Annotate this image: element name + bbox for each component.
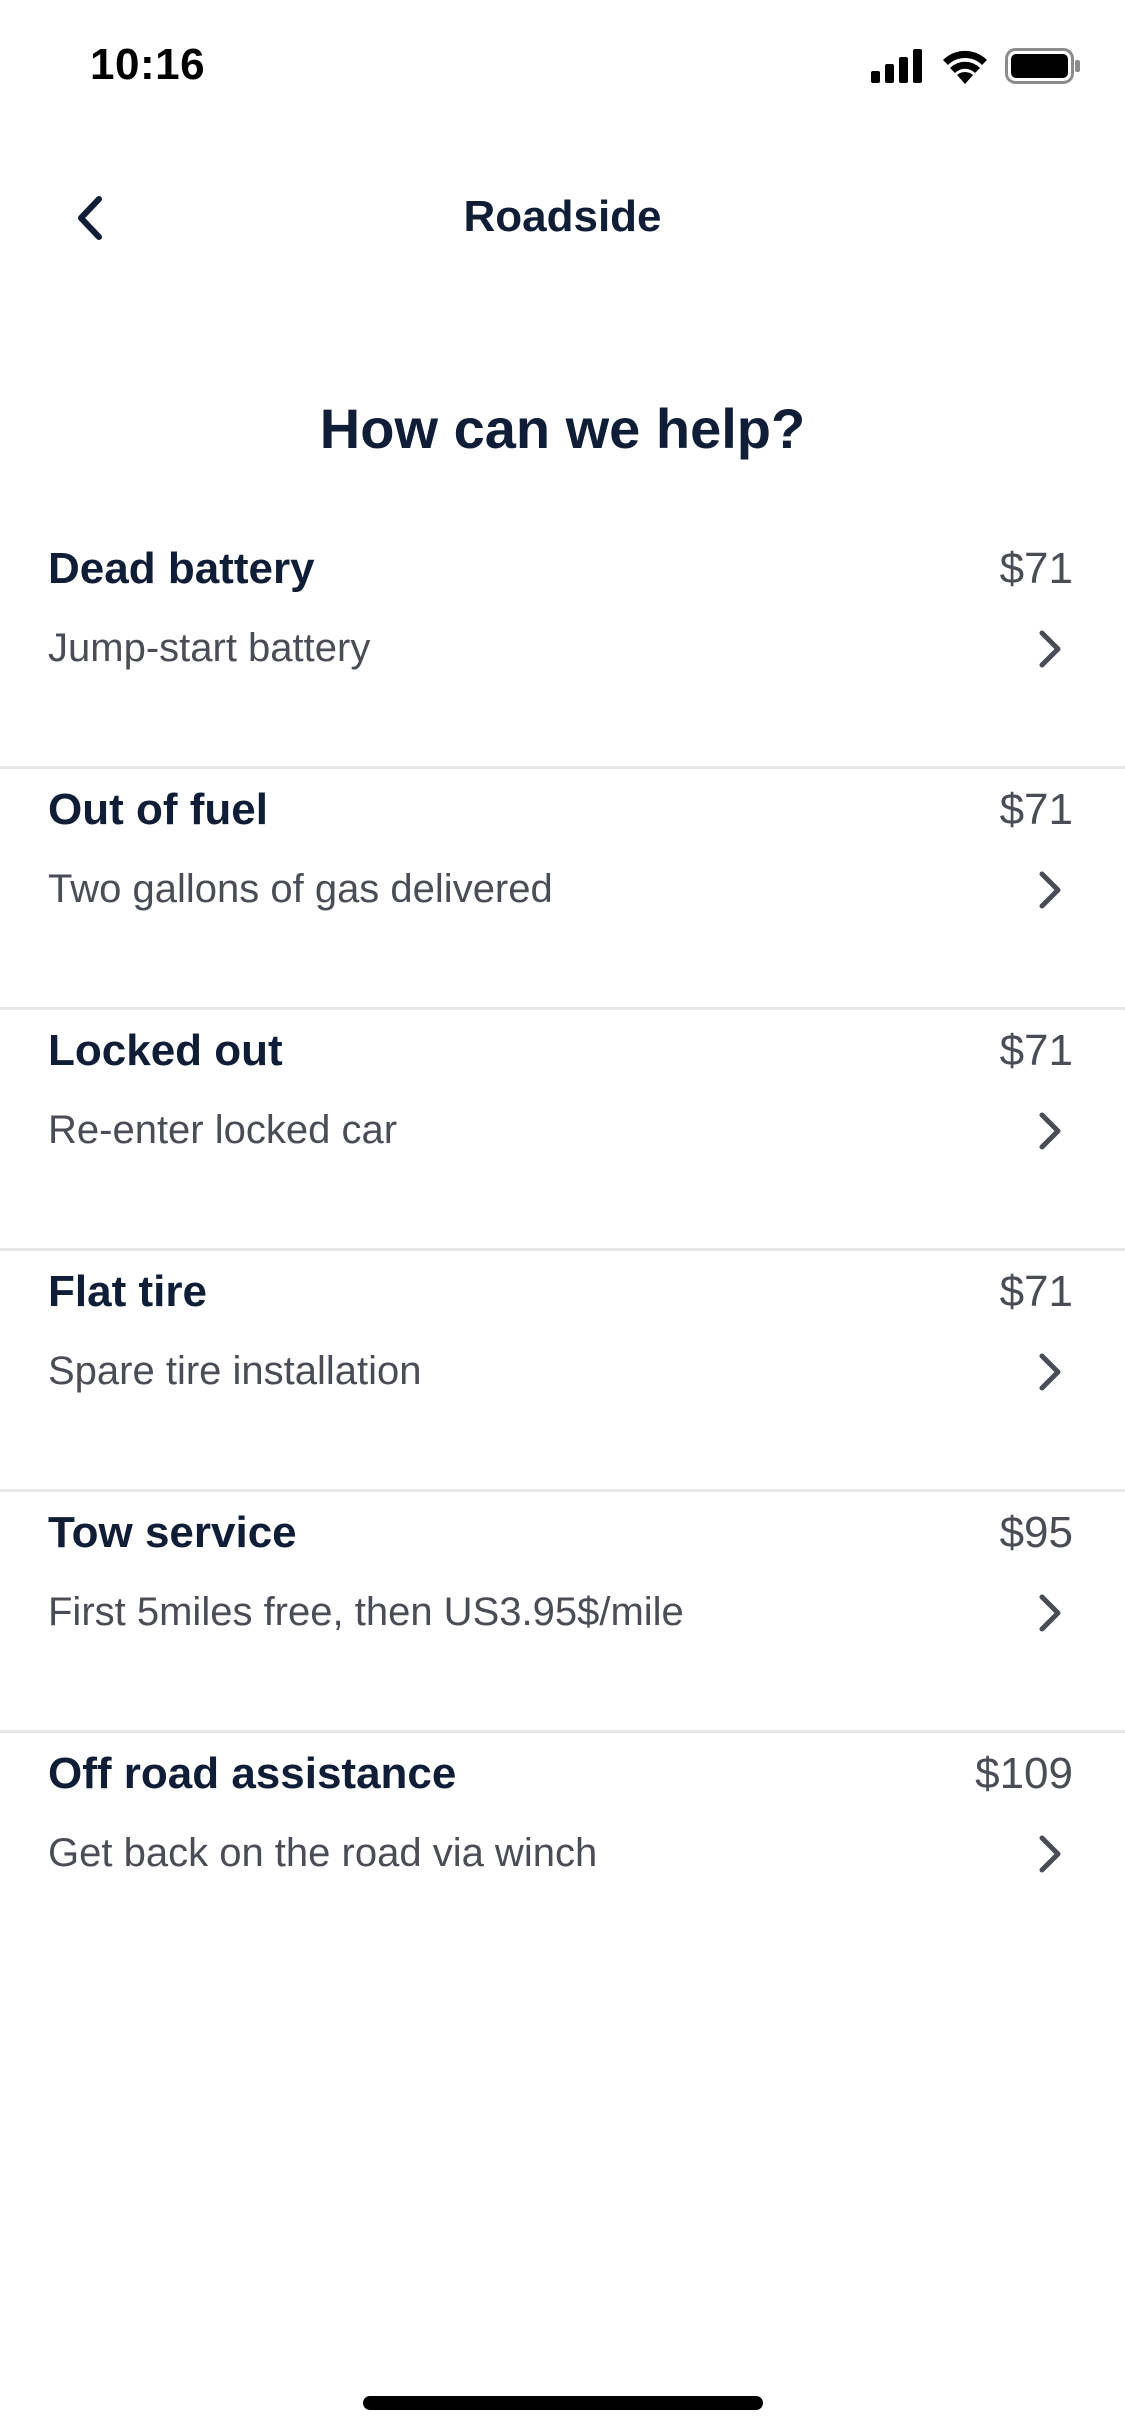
service-title: Flat tire: [48, 1267, 207, 1316]
service-title: Off road assistance: [48, 1749, 457, 1798]
status-time: 10:16: [90, 40, 206, 89]
service-item-tow-service[interactable]: Tow service $95 First 5miles free, then …: [0, 1492, 1125, 1733]
battery-icon: [1005, 48, 1081, 84]
service-price: $95: [999, 1508, 1073, 1557]
service-description: Re-enter locked car: [48, 1108, 398, 1152]
home-indicator[interactable]: [363, 2396, 763, 2410]
chevron-right-icon: [1039, 630, 1061, 668]
service-item-flat-tire[interactable]: Flat tire $71 Spare tire installation: [0, 1251, 1125, 1492]
service-title: Tow service: [48, 1508, 297, 1557]
nav-title: Roadside: [463, 192, 662, 241]
service-item-locked-out[interactable]: Locked out $71 Re-enter locked car: [0, 1010, 1125, 1251]
service-item-dead-battery[interactable]: Dead battery $71 Jump-start battery: [0, 528, 1125, 769]
service-description: Get back on the road via winch: [48, 1831, 598, 1875]
chevron-right-icon: [1039, 1835, 1061, 1873]
service-title: Dead battery: [48, 544, 315, 593]
service-description: Jump-start battery: [48, 626, 371, 670]
service-description: First 5miles free, then US3.95$/mile: [48, 1590, 684, 1634]
page-heading: How can we help?: [319, 397, 806, 460]
wifi-icon: [941, 48, 989, 84]
chevron-right-icon: [1039, 1353, 1061, 1391]
service-list: Dead battery $71 Jump-start battery Out …: [0, 528, 1125, 1971]
service-item-off-road-assistance[interactable]: Off road assistance $109 Get back on the…: [0, 1733, 1125, 1971]
service-item-out-of-fuel[interactable]: Out of fuel $71 Two gallons of gas deliv…: [0, 769, 1125, 1010]
service-title: Out of fuel: [48, 785, 268, 834]
status-bar: 10:16: [0, 0, 1125, 132]
service-title: Locked out: [48, 1026, 283, 1075]
nav-bar: Roadside: [0, 160, 1125, 280]
service-price: $109: [975, 1749, 1073, 1798]
cellular-signal-icon: [871, 49, 925, 83]
service-price: $71: [999, 544, 1073, 593]
service-description: Two gallons of gas delivered: [48, 867, 553, 911]
service-price: $71: [999, 1026, 1073, 1075]
service-price: $71: [999, 1267, 1073, 1316]
service-price: $71: [999, 785, 1073, 834]
status-icons: [871, 48, 1081, 84]
chevron-right-icon: [1039, 1112, 1061, 1150]
service-description: Spare tire installation: [48, 1349, 422, 1393]
chevron-right-icon: [1039, 871, 1061, 909]
chevron-right-icon: [1039, 1594, 1061, 1632]
